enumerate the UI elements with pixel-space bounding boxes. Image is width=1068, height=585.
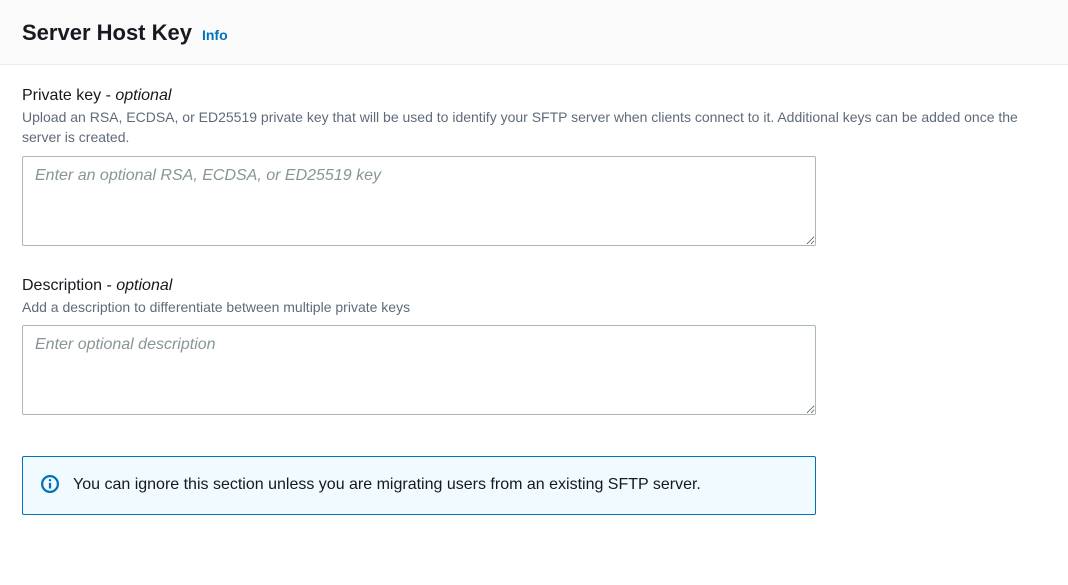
- info-notice: You can ignore this section unless you a…: [22, 456, 816, 515]
- description-label-text: Description -: [22, 277, 116, 294]
- private-key-help-text: Upload an RSA, ECDSA, or ED25519 private…: [22, 107, 1046, 148]
- private-key-input[interactable]: [22, 156, 816, 246]
- description-field: Description - optional Add a description…: [22, 277, 1046, 420]
- description-input[interactable]: [22, 325, 816, 415]
- form-content: Private key - optional Upload an RSA, EC…: [0, 65, 1068, 537]
- description-optional-tag: optional: [116, 277, 172, 294]
- info-notice-text: You can ignore this section unless you a…: [73, 473, 701, 498]
- info-icon: [41, 475, 59, 493]
- info-link[interactable]: Info: [202, 27, 228, 43]
- description-help-text: Add a description to differentiate betwe…: [22, 297, 1046, 317]
- description-label: Description - optional: [22, 277, 1046, 295]
- section-header: Server Host Key Info: [0, 0, 1068, 65]
- private-key-optional-tag: optional: [115, 87, 171, 104]
- private-key-field: Private key - optional Upload an RSA, EC…: [22, 87, 1046, 251]
- page-title: Server Host Key: [22, 20, 192, 46]
- private-key-label: Private key - optional: [22, 87, 1046, 105]
- private-key-label-text: Private key -: [22, 87, 115, 104]
